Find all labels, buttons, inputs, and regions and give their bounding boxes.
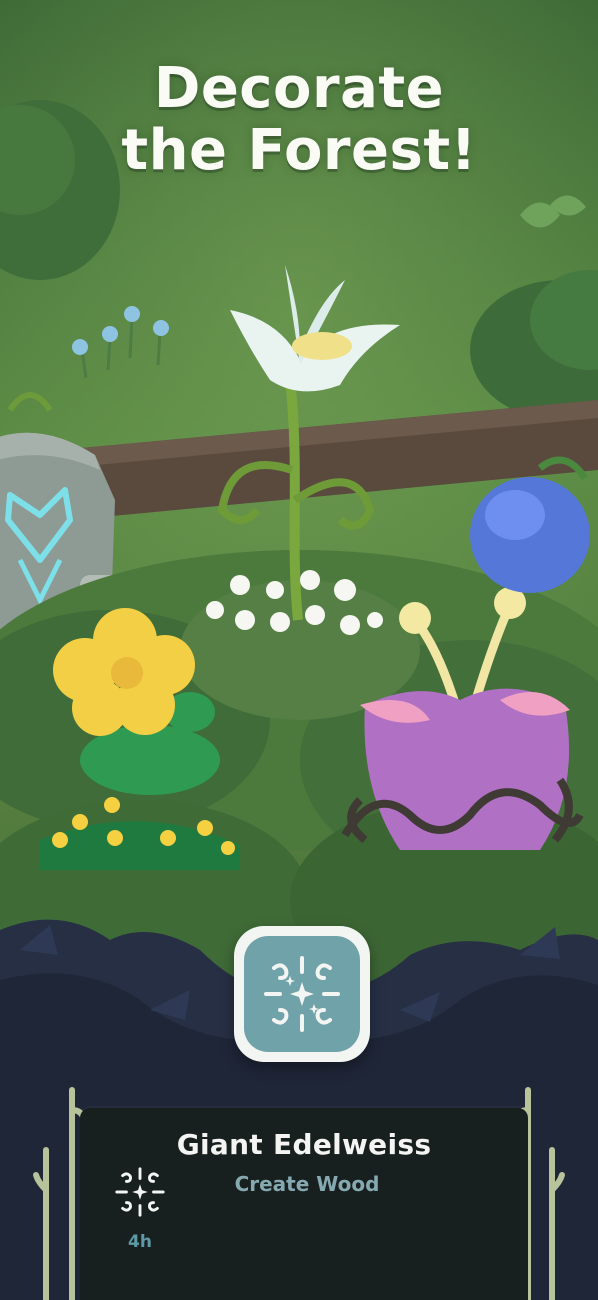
sparkle-swirl-icon-small <box>115 1167 165 1217</box>
app-screen: Decorate the Forest! Giant Edelweiss 4h … <box>0 0 598 1300</box>
headline-line-2: the Forest! <box>121 118 477 183</box>
headline-line-1: Decorate <box>153 56 445 121</box>
plant-badge-inner <box>244 936 360 1052</box>
forest-scene <box>0 0 598 1300</box>
plant-name: Giant Edelweiss <box>176 1128 432 1161</box>
headline: Decorate the Forest! <box>0 58 598 182</box>
duration-label: 4h <box>128 1232 152 1252</box>
plant-info-panel: Giant Edelweiss 4h Create Wood <box>80 1108 528 1300</box>
action-label: Create Wood <box>234 1172 380 1196</box>
plant-badge-button[interactable] <box>234 926 370 1062</box>
sparkle-swirl-icon <box>264 956 340 1032</box>
